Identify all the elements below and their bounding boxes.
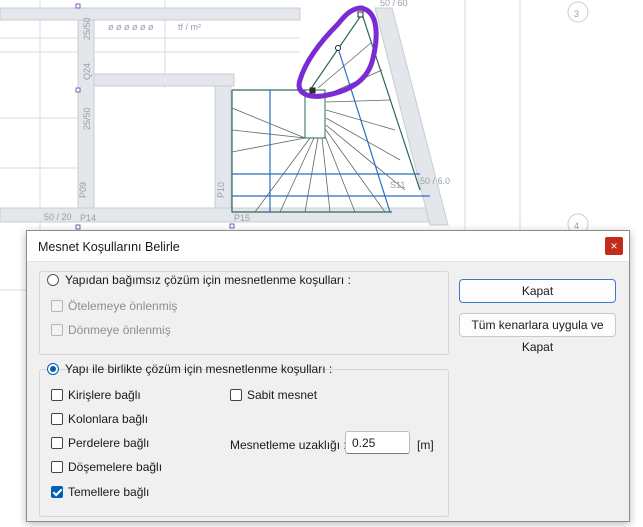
with-structure-solution-label: Yapı ile birlikte çözüm için mesnetlenme… (65, 362, 333, 376)
connected-to-columns-label: Kolonlara bağlı (68, 412, 149, 426)
checkbox[interactable] (51, 413, 63, 425)
load-label-1: ø ø ø ø ø ø (108, 22, 154, 32)
connected-to-beams-checkbox[interactable]: Kirişlere bağlı (51, 388, 141, 402)
connected-to-beams-label: Kirişlere bağlı (68, 388, 141, 402)
label-p10: P10 (216, 182, 226, 198)
checkbox-checked[interactable] (51, 486, 63, 498)
checkbox-disabled[interactable] (51, 300, 63, 312)
close-icon[interactable]: × (605, 237, 623, 255)
diagonal-wall (374, 7, 449, 226)
support-distance-unit: [m] (417, 438, 434, 452)
close-button[interactable]: Kapat (459, 279, 616, 303)
dim-2550: 25/50 (82, 17, 92, 40)
checkbox-disabled[interactable] (51, 324, 63, 336)
with-structure-solution-radio[interactable]: Yapı ile birlikte çözüm için mesnetlenme… (47, 362, 332, 376)
radio-button-off[interactable] (47, 274, 59, 286)
connected-to-slabs-checkbox[interactable]: Döşemelere bağlı (51, 460, 162, 474)
dialog-title: Mesnet Koşullarını Belirle (38, 240, 180, 254)
support-distance-input[interactable] (345, 431, 410, 454)
dim-q24: Q24 (82, 63, 92, 80)
label-p15: P15 (234, 213, 250, 223)
connected-to-foundations-checkbox[interactable]: Temellere bağlı (51, 485, 149, 499)
rotation-restrained-label: Dönmeye önlenmiş (68, 323, 171, 337)
checkbox[interactable] (51, 437, 63, 449)
checkbox[interactable] (51, 461, 63, 473)
translation-restrained-checkbox[interactable]: Ötelemeye önlenmiş (51, 299, 177, 313)
label-p14: P14 (80, 213, 96, 223)
fixed-support-checkbox[interactable]: Sabit mesnet (230, 388, 317, 402)
support-distance-label: Mesnetleme uzaklığı : (230, 438, 347, 452)
connected-to-walls-label: Perdelere bağlı (68, 436, 150, 450)
dim-bottom: 50 / 20 (44, 212, 72, 222)
beam-mid (93, 73, 235, 87)
connected-to-slabs-label: Döşemelere bağlı (68, 460, 163, 474)
rotation-restrained-checkbox[interactable]: Dönmeye önlenmiş (51, 323, 171, 337)
dim-5060b: 50 / 6.0 (420, 176, 450, 186)
label-p09: P09 (78, 182, 88, 198)
axis-label-3: 3 (574, 9, 579, 19)
connected-to-columns-checkbox[interactable]: Kolonlara bağlı (51, 412, 148, 426)
radio-button-on[interactable] (47, 363, 59, 375)
connected-to-walls-checkbox[interactable]: Perdelere bağlı (51, 436, 149, 450)
dim-5060: 50 / 60 (380, 0, 408, 8)
translation-restrained-label: Ötelemeye önlenmiş (68, 299, 178, 313)
fixed-support-label: Sabit mesnet (247, 388, 318, 402)
label-s11: S11 (390, 180, 405, 190)
independent-solution-radio[interactable]: Yapıdan bağımsız çözüm için mesnetlenme … (47, 273, 351, 287)
support-conditions-dialog: Mesnet Koşullarını Belirle × Yapıdan bağ… (26, 230, 630, 522)
dialog-titlebar[interactable]: Mesnet Koşullarını Belirle × (27, 231, 629, 262)
beam-top (0, 7, 301, 21)
checkbox[interactable] (230, 389, 242, 401)
load-label-2: tf / m² (178, 22, 201, 32)
independent-solution-label: Yapıdan bağımsız çözüm için mesnetlenme … (65, 273, 351, 287)
apply-all-and-close-button[interactable]: Tüm kenarlara uygula ve Kapat (459, 313, 616, 354)
dim-2550b: 25/50 (82, 107, 92, 130)
connected-to-foundations-label: Temellere bağlı (68, 485, 150, 499)
checkbox[interactable] (51, 389, 63, 401)
